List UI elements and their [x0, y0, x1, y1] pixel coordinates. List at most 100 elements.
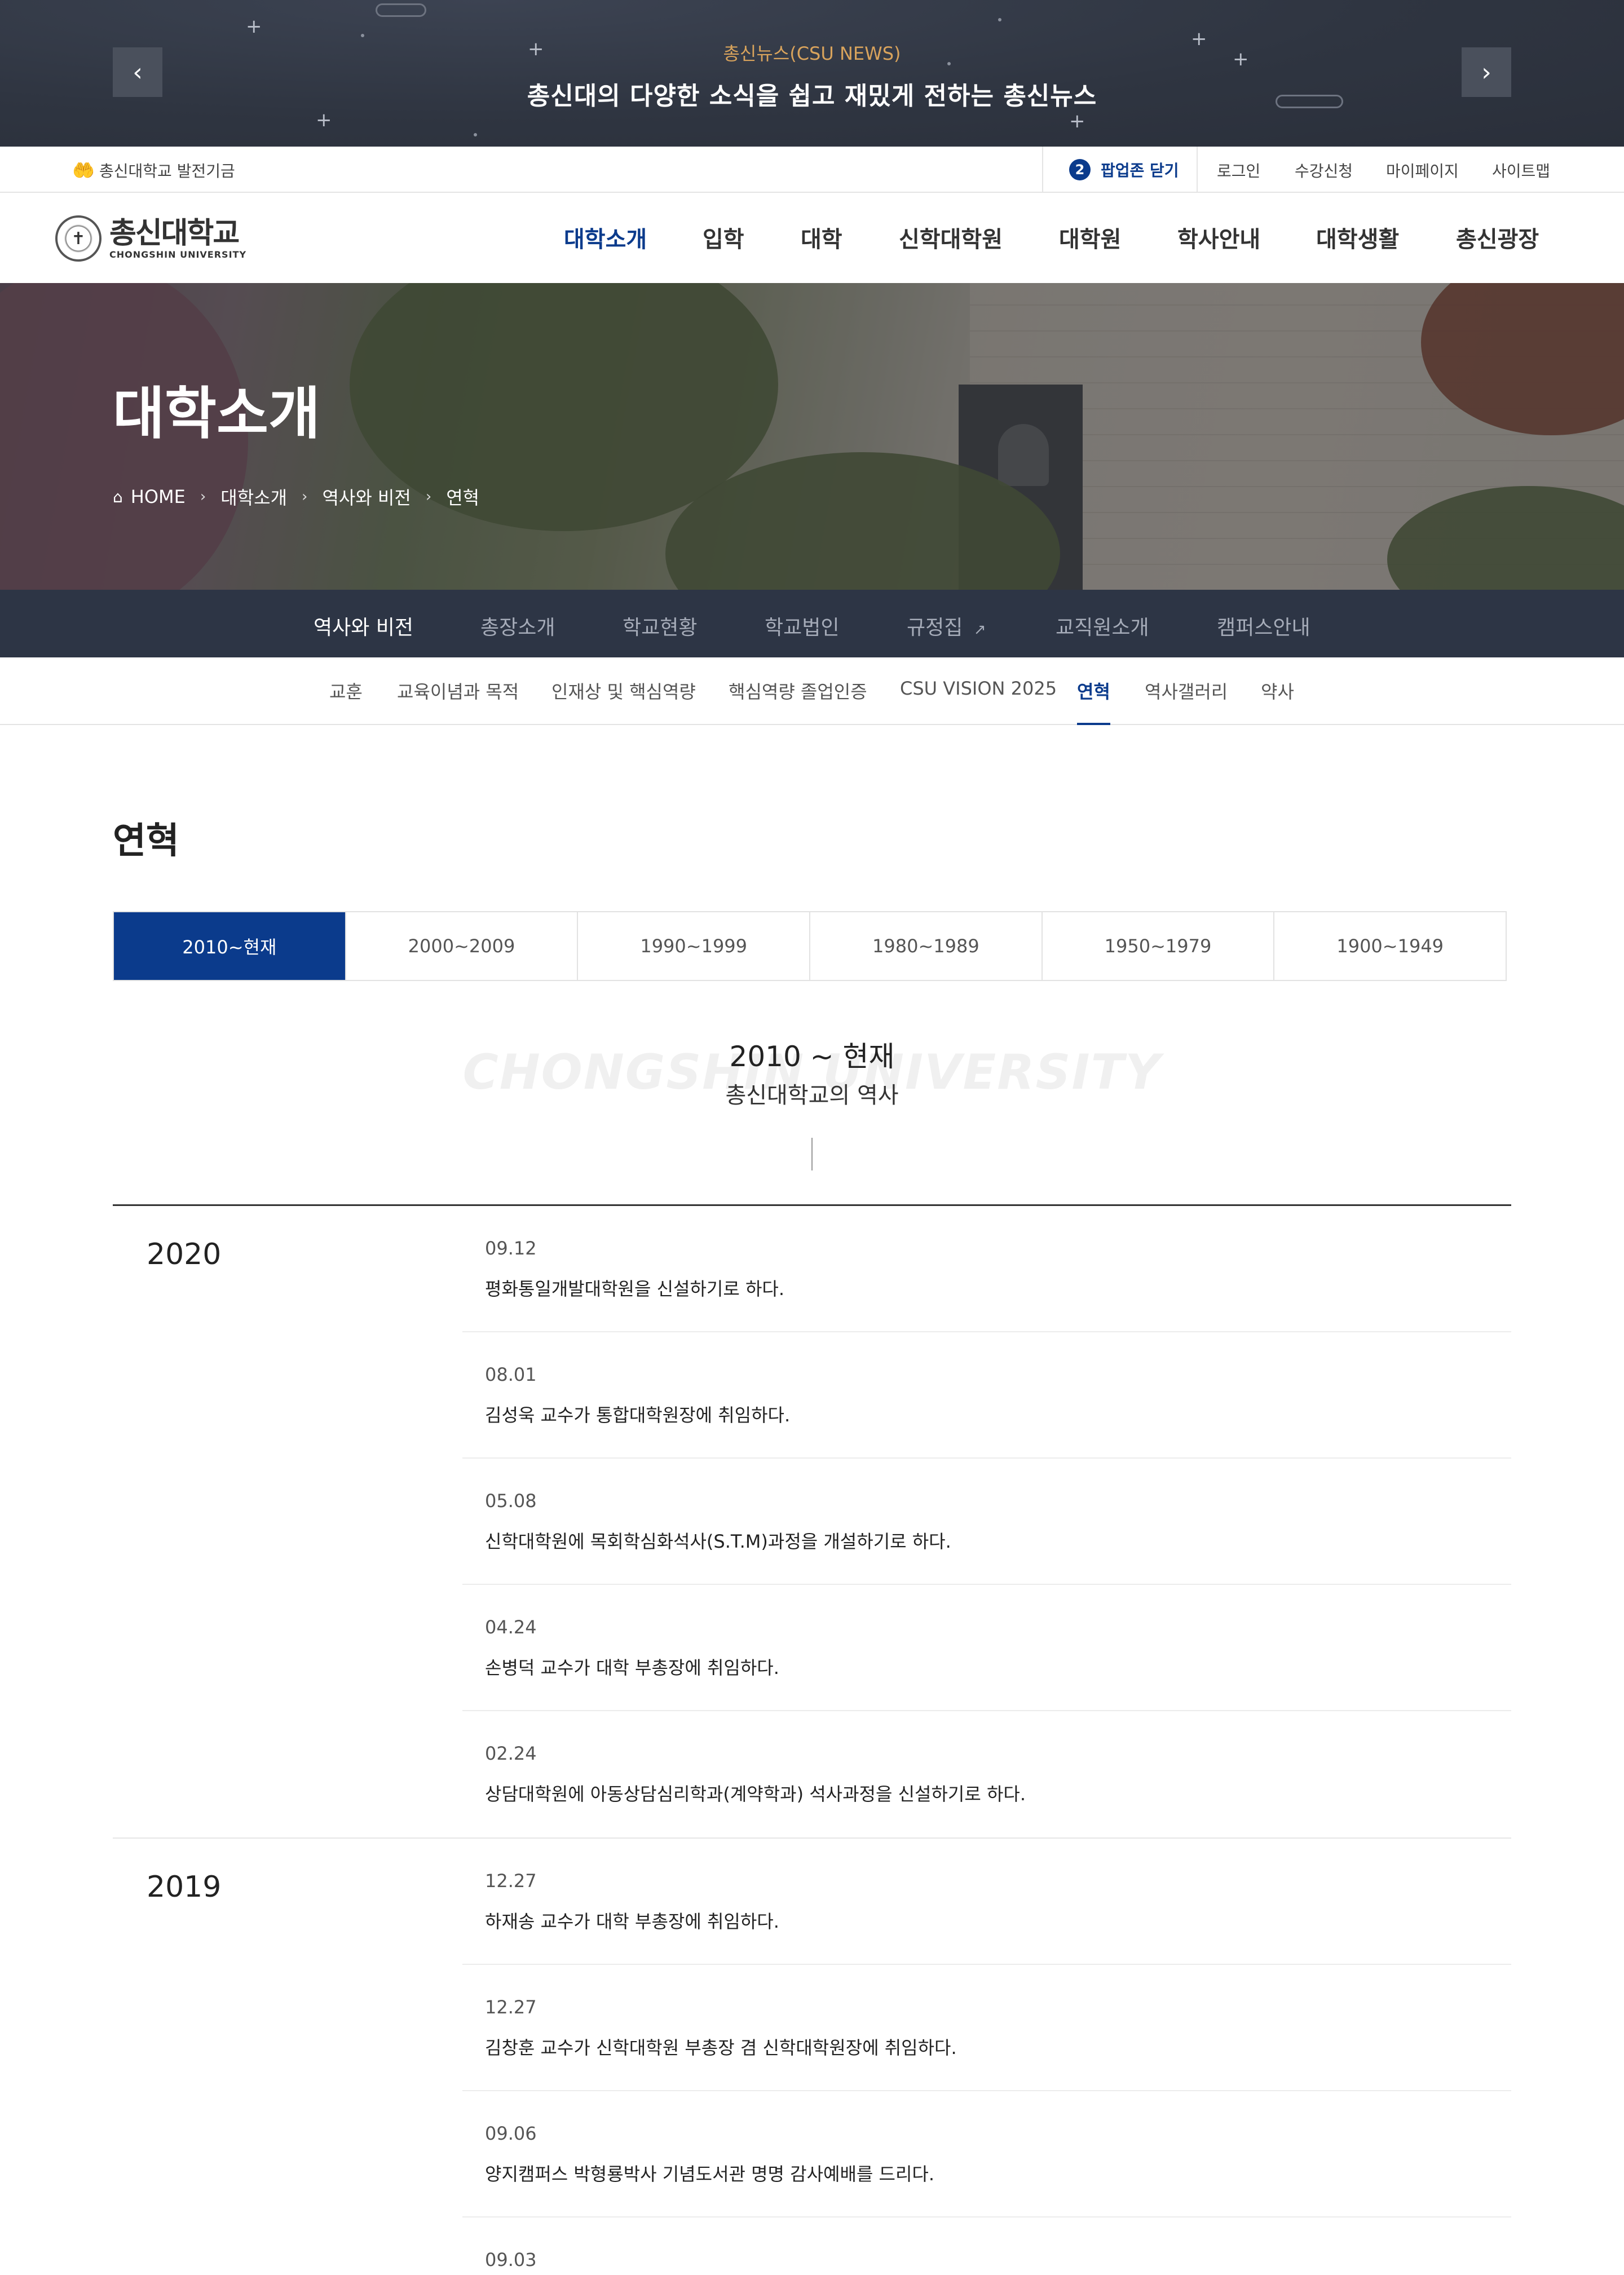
tab-1990-1999[interactable]: 1990~1999	[578, 912, 811, 980]
lnb-item-president[interactable]: 총장소개	[480, 611, 555, 640]
timeline-event: 02.24 상담대학원에 아동상담심리학과(계약학과) 석사과정을 신설하기로 …	[462, 1711, 1511, 1837]
popup-prev-button[interactable]: ‹	[113, 47, 162, 97]
cloud-decoration-icon	[376, 3, 426, 17]
university-logo[interactable]: ✝ 총신대학교 CHONGSHIN UNIVERSITY	[55, 215, 246, 262]
lnb-item-foundation[interactable]: 학교법인	[765, 611, 839, 640]
event-date: 04.24	[485, 1616, 537, 1638]
popup-kicker[interactable]: 총신뉴스(CSU NEWS)	[0, 39, 1624, 65]
gnb-item-plaza[interactable]: 총신광장	[1456, 221, 1539, 254]
gnb-item-admission[interactable]: 입학	[703, 221, 744, 254]
gnb-item-campus-life[interactable]: 대학생활	[1316, 221, 1399, 254]
sitemap-link[interactable]: 사이트맵	[1492, 159, 1550, 182]
dot-decoration	[998, 18, 1001, 21]
year-block-2020: 2020 09.12 평화통일개발대학원을 신설하기로 하다. 08.01 김성…	[113, 1206, 1511, 1839]
timeline-event: 09.03	[462, 2217, 1511, 2275]
gnb-item-graduate[interactable]: 대학원	[1059, 221, 1121, 254]
section-nav: 역사와 비전 총장소개 학교현황 학교법인 규정집 ↗ 교직원소개 캠퍼스안내	[0, 590, 1624, 657]
donation-hand-icon: 🤲	[72, 160, 95, 181]
mypage-link[interactable]: 마이페이지	[1386, 159, 1459, 182]
gnb-item-about[interactable]: 대학소개	[564, 221, 647, 254]
event-date: 09.03	[485, 2249, 537, 2270]
development-fund-link[interactable]: 🤲 총신대학교 발전기금	[72, 159, 235, 182]
timeline-event: 12.27 하재송 교수가 대학 부총장에 취임하다.	[462, 1839, 1511, 1965]
event-description: 평화통일개발대학원을 신설하기로 하다.	[485, 1278, 784, 1300]
tab-2010-present[interactable]: 2010~현재	[114, 912, 346, 980]
event-description: 김창훈 교수가 신학대학원 부총장 겸 신학대학원장에 취임하다.	[485, 2037, 957, 2058]
gnb-item-academics[interactable]: 학사안내	[1177, 221, 1260, 254]
logo-name-english: CHONGSHIN UNIVERSITY	[109, 249, 247, 260]
dot-decoration	[474, 133, 477, 136]
star-decoration-icon: +	[246, 15, 262, 38]
timeline-event: 04.24 손병덕 교수가 대학 부총장에 취임하다.	[462, 1585, 1511, 1711]
event-description: 양지캠퍼스 박형룡박사 기념도서관 명명 감사예배를 드리다.	[485, 2163, 935, 2185]
home-icon[interactable]: ⌂	[113, 488, 123, 506]
popup-headline[interactable]: 총신대의 다양한 소식을 쉽고 재밌게 전하는 총신뉴스	[0, 76, 1624, 112]
chevron-right-icon: ›	[425, 488, 432, 505]
snb-item-gallery[interactable]: 역사갤러리	[1145, 678, 1228, 725]
subsection-nav: 교훈 교육이념과 목적 인재상 및 핵심역량 핵심역량 졸업인증 CSU VIS…	[0, 657, 1624, 725]
lnb-item-regulations[interactable]: 규정집 ↗	[907, 611, 986, 640]
snb-item-competency-cert[interactable]: 핵심역량 졸업인증	[729, 678, 867, 725]
event-date: 02.24	[485, 1743, 537, 1764]
snb-item-motto[interactable]: 교훈	[329, 678, 363, 725]
event-date: 12.27	[485, 1996, 537, 2018]
snb-item-brief-history[interactable]: 약사	[1261, 678, 1294, 725]
lnb-item-campus[interactable]: 캠퍼스안내	[1217, 611, 1310, 640]
event-date: 05.08	[485, 1490, 537, 1512]
gnb-item-college[interactable]: 대학	[801, 221, 842, 254]
event-date: 08.01	[485, 1364, 537, 1385]
year-label: 2019	[147, 1870, 222, 1904]
snb-item-vision-2025[interactable]: CSU VISION 2025	[900, 678, 1057, 725]
lnb-item-status[interactable]: 학교현황	[623, 611, 697, 640]
tab-1950-1979[interactable]: 1950~1979	[1043, 912, 1275, 980]
chevron-right-icon: ›	[1481, 58, 1491, 87]
event-description: 하재송 교수가 대학 부총장에 취임하다.	[485, 1911, 779, 1932]
chevron-right-icon: ›	[302, 488, 308, 505]
utility-bar: 🤲 총신대학교 발전기금 2 팝업존 닫기 로그인 수강신청 마이페이지 사이트…	[0, 147, 1624, 193]
divider	[811, 1138, 813, 1170]
snb-item-talent[interactable]: 인재상 및 핵심역량	[551, 678, 696, 725]
course-registration-link[interactable]: 수강신청	[1295, 159, 1353, 182]
main-header: ✝ 총신대학교 CHONGSHIN UNIVERSITY 대학소개 입학 대학 …	[0, 193, 1624, 283]
timeline-event: 08.01 김성욱 교수가 통합대학원장에 취임하다.	[462, 1332, 1511, 1459]
year-label: 2020	[147, 1238, 222, 1271]
timeline-event: 09.12 평화통일개발대학원을 신설하기로 하다.	[462, 1206, 1511, 1332]
snb-item-philosophy[interactable]: 교육이념과 목적	[397, 678, 519, 725]
popup-zone-close-button[interactable]: 2 팝업존 닫기	[1042, 147, 1198, 193]
breadcrumb: ⌂ HOME › 대학소개 › 역사와 비전 › 연혁	[113, 484, 479, 510]
snb-item-history[interactable]: 연혁	[1077, 678, 1110, 725]
breadcrumb-about[interactable]: 대학소개	[220, 484, 287, 510]
star-decoration-icon: +	[316, 109, 332, 131]
page-title: 연혁	[113, 820, 179, 862]
gnb-item-seminary[interactable]: 신학대학원	[899, 221, 1003, 254]
era-range: 2010 ~ 현재	[729, 1040, 895, 1073]
popup-next-button[interactable]: ›	[1462, 47, 1511, 97]
lnb-item-history-vision[interactable]: 역사와 비전	[314, 611, 413, 640]
university-seal-icon: ✝	[55, 215, 102, 262]
event-description: 김성욱 교수가 통합대학원장에 취임하다.	[485, 1404, 791, 1426]
breadcrumb-history-vision[interactable]: 역사와 비전	[322, 484, 411, 510]
lnb-item-staff[interactable]: 교직원소개	[1056, 611, 1149, 640]
history-timeline: 2020 09.12 평화통일개발대학원을 신설하기로 하다. 08.01 김성…	[113, 1204, 1511, 2275]
timeline-event: 12.27 김창훈 교수가 신학대학원 부총장 겸 신학대학원장에 취임하다.	[462, 1965, 1511, 2091]
logo-name-korean: 총신대학교	[109, 216, 240, 250]
chevron-right-icon: ›	[200, 488, 206, 505]
timeline-event: 05.08 신학대학원에 목회학심화석사(S.T.M)과정을 개설하기로 하다.	[462, 1459, 1511, 1585]
login-link[interactable]: 로그인	[1217, 159, 1260, 182]
chevron-left-icon: ‹	[133, 58, 143, 87]
breadcrumb-history[interactable]: 연혁	[446, 484, 479, 510]
event-description: 손병덕 교수가 대학 부총장에 취임하다.	[485, 1657, 779, 1678]
event-date: 09.06	[485, 2123, 537, 2144]
news-popup-banner: + + + + + + 총신뉴스(CSU NEWS) 총신대의 다양한 소식을 …	[0, 0, 1624, 147]
hero-banner: 대학소개 ⌂ HOME › 대학소개 › 역사와 비전 › 연혁	[0, 283, 1624, 590]
timeline-event: 09.06 양지캠퍼스 박형룡박사 기념도서관 명명 감사예배를 드리다.	[462, 2091, 1511, 2217]
event-date: 12.27	[485, 1870, 537, 1892]
lnb-item-regulations-label: 규정집	[907, 616, 963, 639]
hero-title: 대학소개	[113, 381, 320, 447]
era-subtitle: 총신대학교의 역사	[725, 1083, 899, 1108]
tab-1900-1949[interactable]: 1900~1949	[1274, 912, 1506, 980]
breadcrumb-home[interactable]: HOME	[131, 486, 186, 507]
event-description: 상담대학원에 아동상담심리학과(계약학과) 석사과정을 신설하기로 하다.	[485, 1783, 1026, 1805]
tab-2000-2009[interactable]: 2000~2009	[346, 912, 579, 980]
tab-1980-1989[interactable]: 1980~1989	[810, 912, 1043, 980]
